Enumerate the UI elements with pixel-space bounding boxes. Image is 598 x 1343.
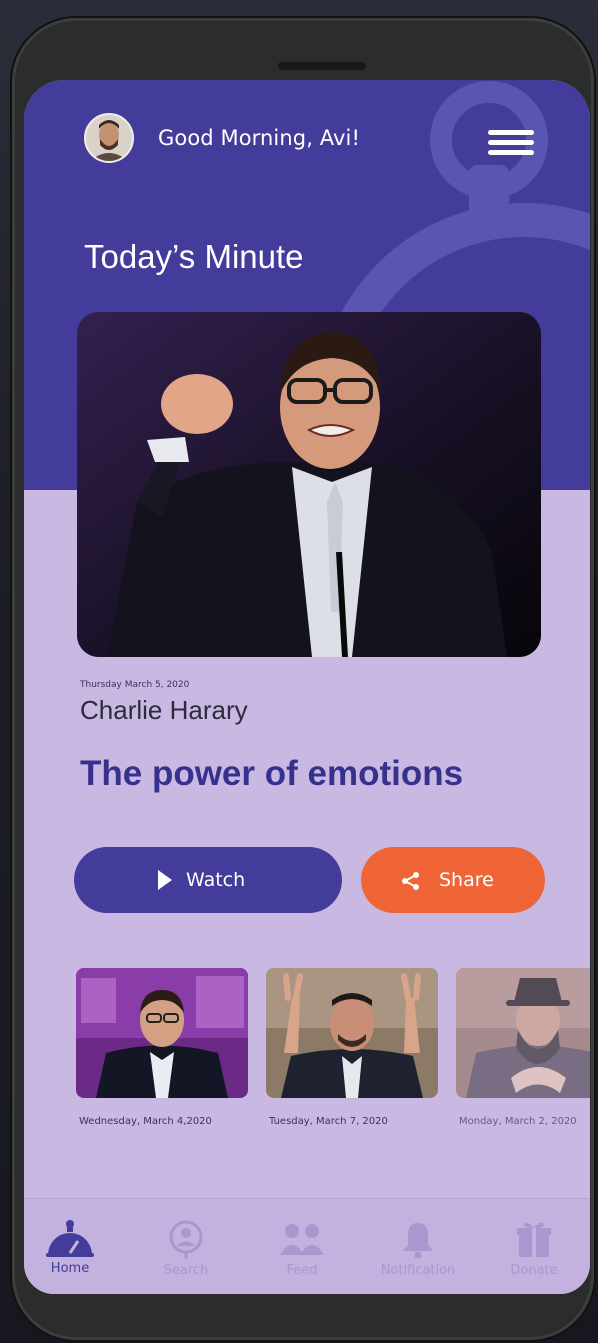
side-button (16, 458, 22, 588)
menu-icon-bar (488, 130, 534, 135)
featured-title: The power of emotions (80, 754, 464, 793)
gift-icon (517, 1222, 551, 1257)
video-thumbnail-image (76, 968, 248, 1098)
bottom-tab-bar: Home Search Feed Notification Donate (24, 1198, 590, 1294)
video-thumbnail-image (456, 968, 590, 1098)
tab-donate-label: Donate (510, 1263, 558, 1278)
stopwatch-icon (46, 1220, 94, 1257)
tab-search-label: Search (163, 1263, 209, 1278)
menu-icon-bar (488, 140, 534, 145)
recent-video-thumbnail[interactable] (266, 968, 438, 1098)
bell-icon (403, 1223, 433, 1259)
avatar-image (86, 115, 132, 161)
recent-video-date: Monday, March 2, 2020 (459, 1116, 577, 1127)
tab-notification-label: Notification (380, 1263, 456, 1278)
user-avatar[interactable] (84, 113, 134, 163)
tab-notification[interactable]: Notification (368, 1219, 468, 1289)
share-icon (402, 872, 419, 890)
menu-icon-bar (488, 150, 534, 155)
tab-home[interactable]: Home (24, 1219, 120, 1289)
tab-home-label: Home (50, 1261, 90, 1276)
watch-button-label: Watch (186, 869, 246, 891)
recent-video-date: Tuesday, March 7, 2020 (269, 1116, 388, 1127)
tab-feed-label: Feed (286, 1263, 318, 1278)
section-title: Today’s Minute (84, 238, 304, 275)
menu-button[interactable] (488, 130, 536, 156)
speaker-photo (77, 312, 541, 657)
recent-video-thumbnail[interactable] (456, 968, 590, 1098)
share-button[interactable]: Share (361, 847, 545, 913)
tab-donate[interactable]: Donate (484, 1219, 584, 1289)
featured-speaker: Charlie Harary (80, 695, 248, 725)
recent-videos-carousel[interactable]: Wednesday, March 4,2020 Tuesday, March 7… (24, 968, 590, 1138)
featured-date: Thursday March 5, 2020 (80, 680, 190, 690)
video-thumbnail-image (266, 968, 438, 1098)
watch-button[interactable]: Watch (74, 847, 342, 913)
recent-video-thumbnail[interactable] (76, 968, 248, 1098)
people-icon (280, 1224, 324, 1255)
tab-feed[interactable]: Feed (252, 1219, 352, 1289)
search-person-icon (169, 1220, 203, 1259)
share-button-label: Share (439, 869, 494, 891)
earpiece-speaker (278, 62, 366, 70)
greeting-text: Good Morning, Avi! (158, 126, 360, 150)
featured-video-thumbnail[interactable] (77, 312, 541, 657)
app-screen: Good Morning, Avi! Today’s Minute Thursd… (24, 80, 590, 1294)
tab-search[interactable]: Search (136, 1219, 236, 1289)
volume-button (16, 208, 22, 288)
recent-video-date: Wednesday, March 4,2020 (79, 1116, 212, 1127)
play-icon (158, 870, 172, 890)
